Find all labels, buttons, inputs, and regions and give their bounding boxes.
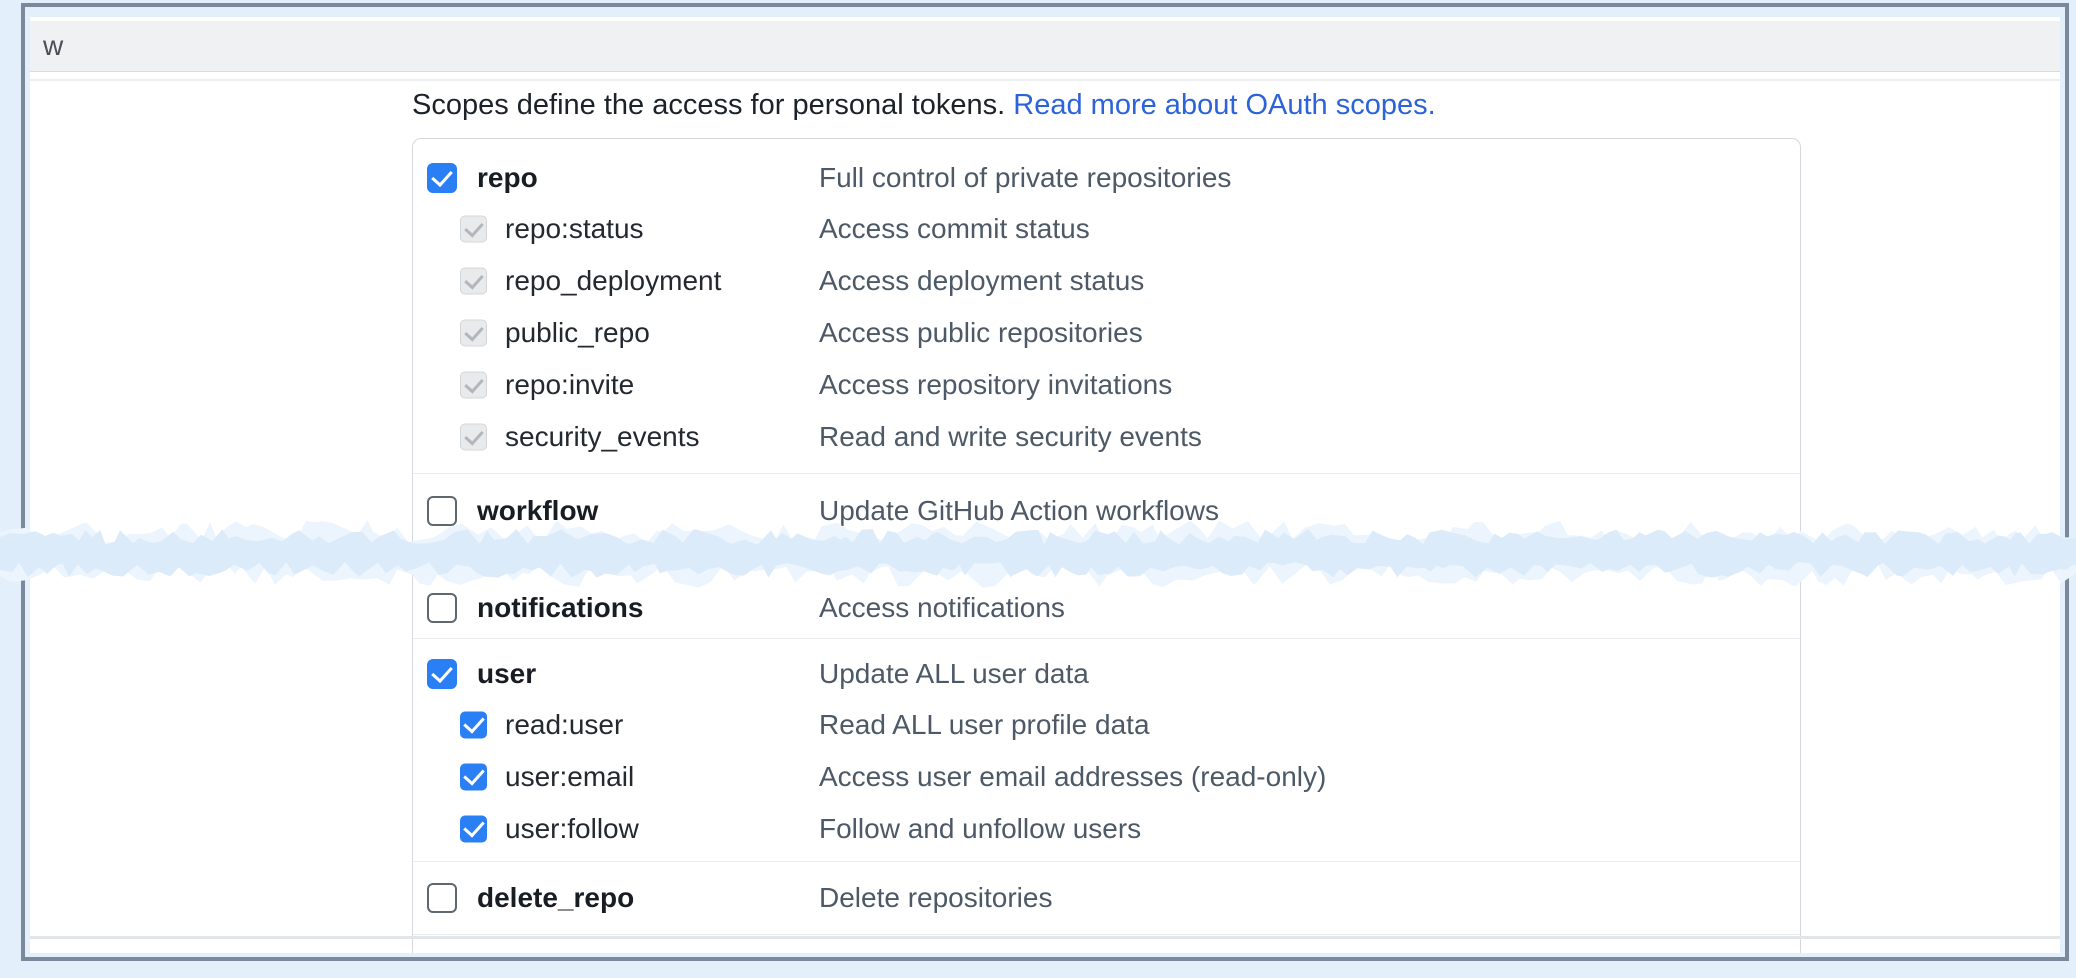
scopes-intro: Scopes define the access for personal to… — [412, 89, 1436, 122]
checkbox-user-email[interactable] — [460, 764, 487, 791]
top-text-field-value: w — [43, 30, 63, 62]
scope-description: Full control of private repositories — [819, 162, 1231, 194]
scope-name: repo:status — [505, 213, 644, 245]
page: w Scopes define the access for personal … — [30, 17, 2060, 953]
scope-name: delete_repo — [477, 882, 634, 914]
scope-row-workflow: workflow Update GitHub Action workflows — [413, 474, 1800, 548]
scopes-box: repo Full control of private repositorie… — [412, 138, 1801, 953]
scope-row-read-user: read:user Read ALL user profile data — [413, 699, 1800, 751]
scope-description: Follow and unfollow users — [819, 813, 1141, 845]
scope-description: Update GitHub Action workflows — [819, 495, 1219, 527]
check-icon — [463, 764, 485, 786]
checkbox-user-follow[interactable] — [460, 816, 487, 843]
scope-row-user-email: user:email Access user email addresses (… — [413, 751, 1800, 803]
scope-row-delete-repo: delete_repo Delete repositories — [413, 862, 1800, 934]
check-icon — [464, 269, 484, 289]
scope-description: Read ALL user profile data — [819, 709, 1150, 741]
scope-description: Access deployment status — [819, 265, 1144, 297]
scope-row-repo-status: repo:status Access commit status — [413, 203, 1800, 255]
scope-name: repo:invite — [505, 369, 634, 401]
check-icon — [464, 217, 484, 237]
divider — [30, 936, 2060, 939]
scope-row-public-repo: public_repo Access public repositories — [413, 307, 1800, 359]
scope-description: Access repository invitations — [819, 369, 1172, 401]
scope-name: workflow — [477, 495, 598, 527]
scope-name: user:email — [505, 761, 634, 793]
scope-group-user: user Update ALL user data read:user Read… — [413, 639, 1800, 861]
check-icon — [463, 816, 485, 838]
scope-description: Access notifications — [819, 592, 1065, 624]
scope-description: Delete repositories — [819, 882, 1052, 914]
checkbox-security-events — [460, 424, 487, 451]
scope-row-user-follow: user:follow Follow and unfollow users — [413, 803, 1800, 855]
checkbox-user[interactable] — [427, 659, 457, 689]
check-icon — [464, 425, 484, 445]
scope-name: repo_deployment — [505, 265, 721, 297]
check-icon — [463, 712, 485, 734]
check-icon — [431, 661, 453, 683]
oauth-scopes-link[interactable]: Read more about OAuth scopes. — [1013, 89, 1435, 121]
checkbox-read-user[interactable] — [460, 712, 487, 739]
top-text-field[interactable]: w — [30, 21, 2060, 72]
screenshot-canvas: w Scopes define the access for personal … — [0, 0, 2076, 978]
check-icon — [464, 321, 484, 341]
checkbox-public-repo — [460, 320, 487, 347]
scope-row-repo-deployment: repo_deployment Access deployment status — [413, 255, 1800, 307]
checkbox-repo-deployment — [460, 268, 487, 295]
scope-name: repo — [477, 162, 538, 194]
scope-row-repo-invite: repo:invite Access repository invitation… — [413, 359, 1800, 411]
divider — [30, 79, 2060, 81]
scope-name: user — [477, 658, 536, 690]
scope-name: user:follow — [505, 813, 639, 845]
scope-row-repo: repo Full control of private repositorie… — [413, 153, 1800, 203]
scope-group-repo: repo Full control of private repositorie… — [413, 139, 1800, 473]
scope-row-security-events: security_events Read and write security … — [413, 411, 1800, 463]
scope-name: notifications — [477, 592, 643, 624]
checkbox-repo-invite — [460, 372, 487, 399]
scope-row-notifications: notifications Access notifications — [413, 578, 1800, 638]
checkbox-workflow[interactable] — [427, 496, 457, 526]
checkbox-repo[interactable] — [427, 163, 457, 193]
scope-name: read:user — [505, 709, 623, 741]
scope-name: security_events — [505, 421, 700, 453]
divider — [413, 934, 1800, 935]
scope-description: Access public repositories — [819, 317, 1143, 349]
intro-text: Scopes define the access for personal to… — [412, 89, 1013, 121]
check-icon — [431, 165, 453, 187]
scope-row-user: user Update ALL user data — [413, 649, 1800, 699]
torn-hidden-area — [413, 548, 1800, 578]
checkbox-repo-status — [460, 216, 487, 243]
scope-description: Update ALL user data — [819, 658, 1089, 690]
scope-description: Access commit status — [819, 213, 1090, 245]
scope-name: public_repo — [505, 317, 650, 349]
check-icon — [464, 373, 484, 393]
checkbox-delete-repo[interactable] — [427, 883, 457, 913]
scope-description: Read and write security events — [819, 421, 1202, 453]
scope-description: Access user email addresses (read-only) — [819, 761, 1326, 793]
checkbox-notifications[interactable] — [427, 593, 457, 623]
